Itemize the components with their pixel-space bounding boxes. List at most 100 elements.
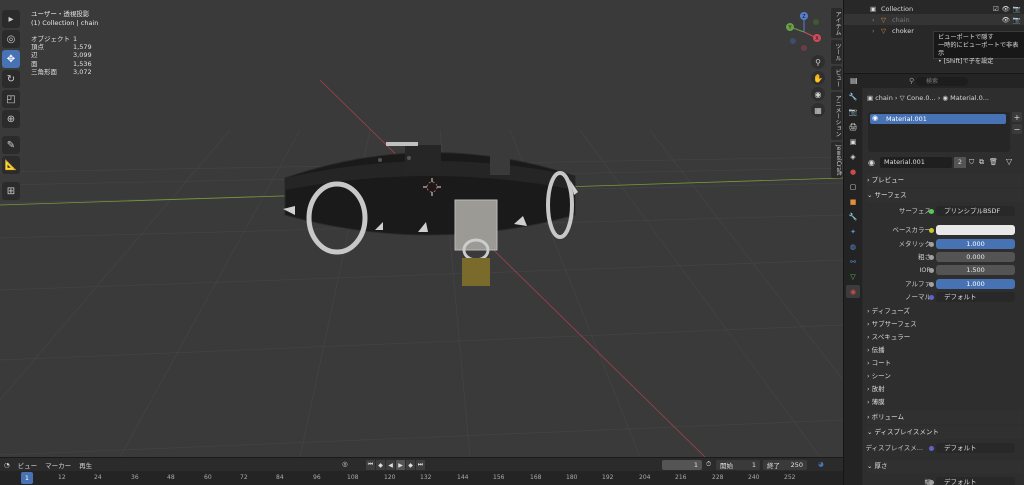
material-tab-icon[interactable]: ◉ (846, 285, 860, 298)
funnel-icon[interactable]: ▽ (1006, 157, 1012, 166)
pan-hand-icon[interactable]: ✋ (811, 71, 825, 85)
camera-view-icon[interactable]: ◉ (811, 87, 825, 101)
physics-tab-icon[interactable]: ◍ (846, 240, 860, 253)
subpanel-specular[interactable]: › スペキュラー (867, 331, 1017, 344)
properties-search-input[interactable]: 検索 (916, 77, 968, 86)
roughness-slider[interactable]: 0.000 (936, 252, 1015, 262)
material-slot[interactable]: Material.001 (870, 114, 1006, 124)
normal-field[interactable]: デフォルト (936, 292, 1015, 302)
subpanel-sheen[interactable]: › シーン (867, 370, 1017, 383)
outliner[interactable]: ▣ Collection ☑ 👁 📷 › ▽ chain 👁 📷 › ▽ cho… (844, 0, 1024, 72)
subpanel-diffuse[interactable]: › ディフューズ (867, 305, 1017, 318)
timeline-ruler[interactable]: 1 12 24 36 48 60 72 84 96 108 120 132 14… (0, 471, 843, 485)
move-tool-icon[interactable]: ✥ (2, 50, 20, 68)
alpha-slider[interactable]: 1.000 (936, 279, 1015, 289)
subpanel-coat[interactable]: › コート (867, 357, 1017, 370)
section-volume[interactable]: › ボリューム (867, 411, 1023, 424)
properties-editor-icon[interactable]: ▤ (850, 76, 858, 85)
outliner-collection-row[interactable]: ▣ Collection ☑ 👁 📷 (844, 3, 1024, 14)
fake-user-shield-icon[interactable]: ⛉ (969, 158, 974, 167)
constraints-tab-icon[interactable]: ⚯ (846, 255, 860, 268)
camera-icon[interactable]: 📷 (1013, 16, 1021, 24)
subpanel-subsurface[interactable]: › サブサーフェス (867, 318, 1017, 331)
subpanel-emission[interactable]: › 放射 (867, 383, 1017, 396)
view-layer-tab-icon[interactable]: ▣ (846, 135, 860, 148)
play-icon[interactable]: ▶ (396, 460, 405, 470)
material-name-field[interactable]: Material.001 (880, 157, 952, 168)
add-cube-tool-icon[interactable]: ⊞ (2, 182, 20, 200)
output-tab-icon[interactable]: 🖨 (846, 120, 860, 133)
end-frame-field[interactable]: 終了 250 (763, 460, 807, 470)
data-tab-icon[interactable]: ▽ (846, 270, 860, 283)
measure-tool-icon[interactable]: 📐 (2, 156, 20, 174)
timeline-menu-marker[interactable]: マーカー (45, 460, 71, 470)
metallic-slider[interactable]: 1.000 (936, 239, 1015, 249)
subpanel-thin-film[interactable]: › 薄膜 (867, 396, 1017, 409)
add-slot-icon[interactable]: + (1012, 112, 1022, 122)
base-color-swatch[interactable] (936, 225, 1015, 235)
play-reverse-icon[interactable]: ◀ (386, 460, 395, 470)
tab-tool[interactable]: ツール (831, 40, 842, 64)
tool-tab-icon[interactable]: 🔧 (846, 90, 860, 103)
ortho-grid-icon[interactable]: ▦ (811, 103, 825, 117)
eye-icon[interactable]: 👁 (1002, 16, 1010, 24)
checkbox-icon[interactable]: ☑ (993, 5, 999, 13)
unlink-icon[interactable]: 🗑 (989, 158, 998, 166)
thickness-field[interactable]: デフォルト (936, 477, 1015, 485)
current-frame-field[interactable]: 1 (662, 460, 702, 470)
jump-end-icon[interactable]: ⏭ (416, 460, 425, 470)
modifier-tab-icon[interactable]: 🔧 (846, 210, 860, 223)
duplicate-icon[interactable]: ⧉ (979, 158, 984, 167)
surface-shader-field[interactable]: プリンシプルBSDF (936, 206, 1015, 216)
prev-keyframe-icon[interactable]: ◆ (376, 460, 385, 470)
rotate-tool-icon[interactable]: ↻ (2, 70, 20, 88)
section-thickness[interactable]: ⌄ 厚さ (867, 460, 1023, 473)
material-slot-list[interactable]: Material.001 ◉ (868, 112, 1010, 152)
scale-tool-icon[interactable]: ◰ (2, 90, 20, 108)
timeline-menu-view[interactable]: ビュー (18, 460, 38, 470)
3d-viewport[interactable]: ▸ ◎ ✥ ↻ ◰ ⊕ ✎ 📐 ⊞ ユーザー・透視投影 (1) Collecti… (0, 0, 843, 457)
transform-tool-icon[interactable]: ⊕ (2, 110, 20, 128)
start-frame-field[interactable]: 開始 1 (716, 460, 760, 470)
render-mode-icon[interactable]: ◕ (818, 460, 824, 468)
browse-material-icon[interactable]: ◉ (868, 158, 875, 167)
timeline-menu-playback[interactable]: 再生 (79, 460, 92, 470)
camera-icon[interactable]: 📷 (1013, 5, 1021, 13)
playhead[interactable]: 1 (21, 472, 33, 484)
next-keyframe-icon[interactable]: ◆ (406, 460, 415, 470)
collection-tab-icon[interactable]: ▢ (846, 180, 860, 193)
cursor-tool-icon[interactable]: ◎ (2, 30, 20, 48)
autokey-icon[interactable]: ◎ (342, 460, 348, 468)
expand-arrow-icon[interactable]: › (872, 27, 875, 35)
navigation-gizmo[interactable]: Z X Y (780, 8, 828, 56)
world-tab-icon[interactable]: ● (846, 165, 860, 178)
object-tab-icon[interactable]: ■ (846, 195, 860, 208)
subpanel-transmission[interactable]: › 伝播 (867, 344, 1017, 357)
jump-start-icon[interactable]: ⏮ (366, 460, 375, 470)
remove-slot-icon[interactable]: − (1012, 124, 1022, 134)
tab-item[interactable]: アイテム (831, 8, 842, 38)
render-tab-icon[interactable]: 📷 (846, 105, 860, 118)
tab-view[interactable]: ビュー (831, 66, 842, 90)
particles-tab-icon[interactable]: ✦ (846, 225, 860, 238)
section-displacement[interactable]: ⌄ ディスプレイスメント (867, 426, 1023, 439)
ior-row: IOR 1.500 (867, 265, 1019, 276)
section-preview[interactable]: › プレビュー (867, 174, 1023, 187)
select-tool-icon[interactable]: ▸ (2, 10, 20, 28)
search-icon: ⚲ (909, 77, 915, 85)
material-users-count[interactable]: 2 (954, 157, 966, 168)
outliner-item-chain[interactable]: › ▽ chain 👁 📷 (844, 14, 1024, 25)
tab-jewelcraft[interactable]: JewelCraft (831, 142, 842, 179)
stopwatch-icon[interactable]: ⏱ (706, 460, 711, 469)
annotate-tool-icon[interactable]: ✎ (2, 136, 20, 154)
subpanel-label: 放射 (871, 385, 885, 393)
editor-type-icon[interactable]: ◔ (4, 461, 10, 469)
scene-tab-icon[interactable]: ◈ (846, 150, 860, 163)
tab-animation[interactable]: アニメーション (831, 92, 842, 140)
displacement-field[interactable]: デフォルト (936, 443, 1015, 453)
eye-icon[interactable]: 👁 (1002, 5, 1010, 13)
zoom-icon[interactable]: ⚲ (811, 55, 825, 69)
ior-field[interactable]: 1.500 (936, 265, 1015, 275)
section-surface[interactable]: ⌄ サーフェス (867, 189, 1023, 202)
expand-arrow-icon[interactable]: › (872, 16, 875, 24)
